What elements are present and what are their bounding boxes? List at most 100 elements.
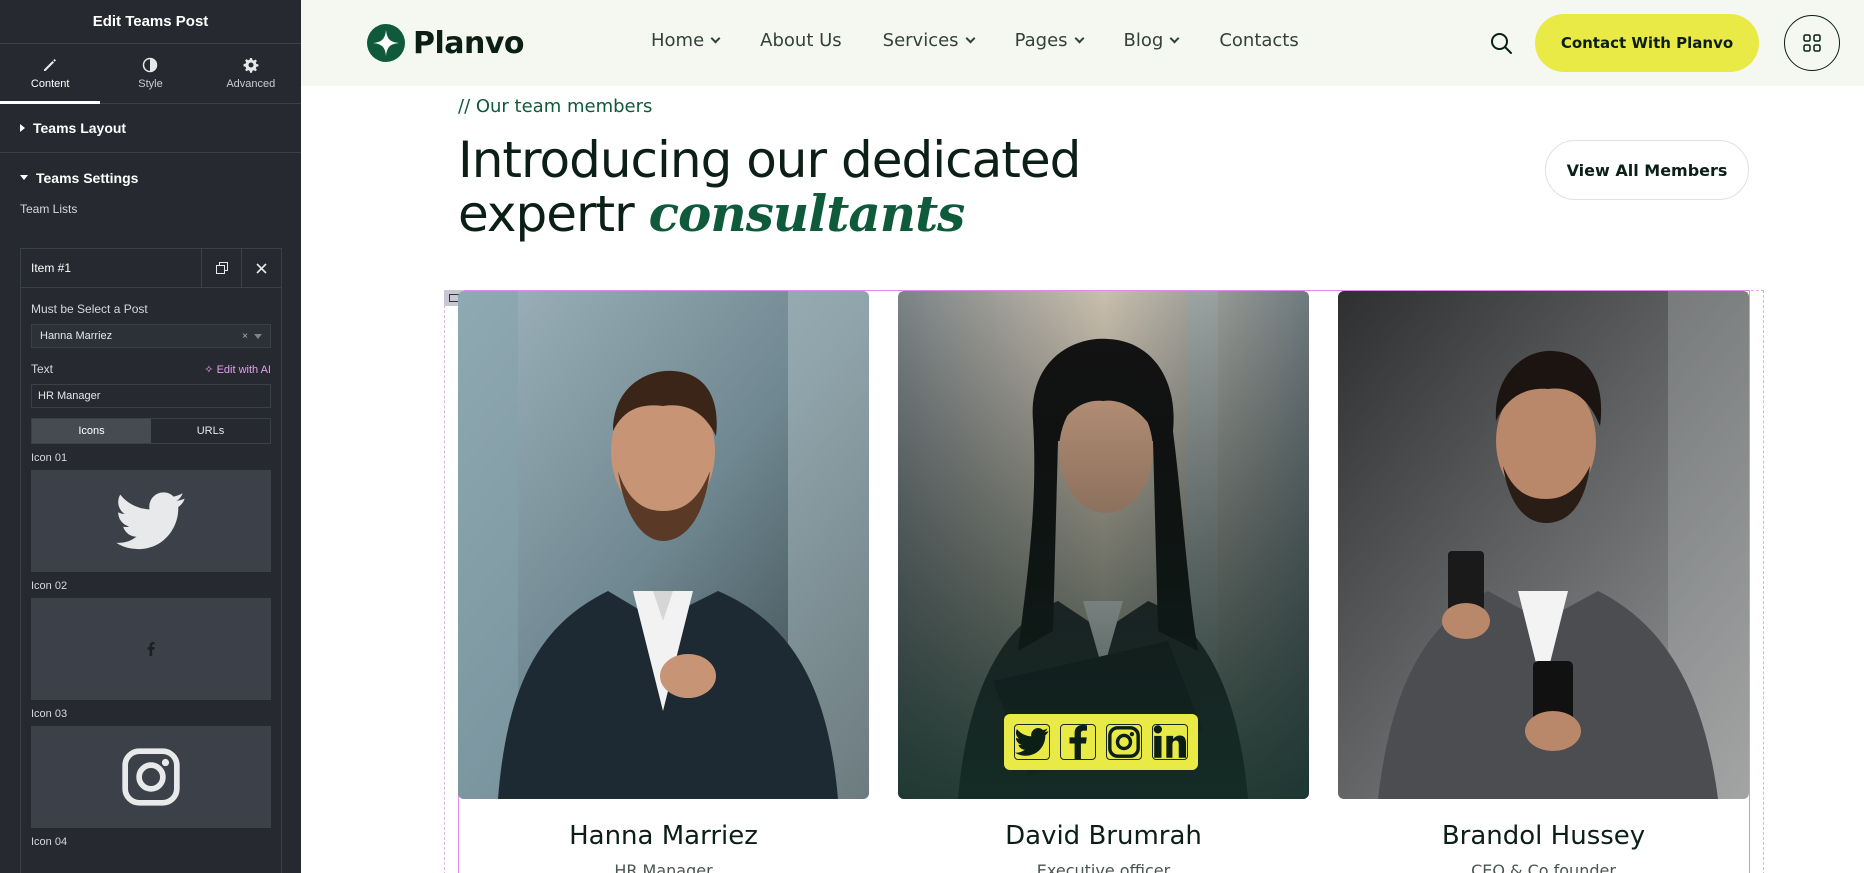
- chevron-down-icon: [710, 33, 721, 43]
- repeater-item-header[interactable]: Item #1: [21, 249, 281, 288]
- brand-name: Planvo: [413, 25, 525, 61]
- linkedin-link[interactable]: [1152, 724, 1188, 760]
- contact-button[interactable]: Contact With Planvo: [1535, 14, 1759, 72]
- member-photo: [898, 291, 1309, 799]
- linkedin-icon: [1153, 725, 1187, 758]
- nav-item-label: Services: [882, 30, 959, 51]
- member-name: Brandol Hussey: [1441, 821, 1646, 851]
- tab-style-label: Style: [138, 78, 163, 90]
- nav-item-blog[interactable]: Blog: [1123, 30, 1180, 51]
- search-icon[interactable]: [1489, 31, 1513, 55]
- icon-01-picker[interactable]: [31, 470, 271, 572]
- tab-content[interactable]: Content: [0, 44, 101, 104]
- section-teams-layout[interactable]: Teams Layout: [0, 104, 301, 153]
- text-field[interactable]: HR Manager: [31, 384, 271, 408]
- grid-menu-icon: [1803, 34, 1821, 52]
- member-role: CEO & Co founder: [1471, 861, 1616, 873]
- instagram-icon: [1108, 726, 1140, 758]
- post-select-label: Must be Select a Post: [31, 302, 148, 316]
- twitter-icon: [1015, 728, 1049, 756]
- member-name: Hanna Marriez: [569, 821, 758, 851]
- post-select-value: Hanna Marriez: [40, 330, 113, 342]
- tab-advanced[interactable]: Advanced: [201, 44, 301, 103]
- member-role: HR Manager: [614, 861, 713, 873]
- team-card[interactable]: Hanna Marriez HR Manager: [458, 291, 869, 873]
- icon-04-label: Icon 04: [31, 836, 68, 848]
- nav-item-about[interactable]: About Us: [760, 30, 842, 51]
- edit-with-ai-link[interactable]: ✧ Edit with AI: [204, 363, 271, 376]
- team-card[interactable]: David Brumrah Executive officer: [898, 291, 1309, 873]
- icons-urls-switch: Icons URLs: [31, 418, 271, 444]
- twitter-link[interactable]: [1014, 724, 1050, 760]
- remove-button[interactable]: [241, 249, 281, 287]
- brand-logo[interactable]: Planvo: [367, 24, 525, 62]
- section-heading: Introducing our dedicated expertr consul…: [458, 131, 1081, 241]
- nav-item-label: Contacts: [1219, 30, 1299, 51]
- site-preview: Planvo Home About Us Services Pages Blog…: [301, 0, 1864, 873]
- heading-accent: consultants: [648, 184, 966, 243]
- nav-item-label: Home: [651, 30, 705, 51]
- member-photo: [1338, 291, 1749, 799]
- member-role: Executive officer: [1036, 861, 1171, 873]
- segment-urls[interactable]: URLs: [151, 419, 270, 443]
- chevron-down-icon: [1169, 33, 1180, 43]
- text-field-row: Text ✧ Edit with AI: [31, 362, 271, 376]
- portrait-image: [1338, 291, 1749, 799]
- repeater-item: Item #1 Must be Select a Post Hanna Marr…: [20, 248, 282, 873]
- post-select[interactable]: Hanna Marriez ×: [31, 324, 271, 348]
- heading-line-1: Introducing our dedicated: [458, 131, 1081, 189]
- duplicate-icon: [215, 262, 228, 274]
- icon-02-picker[interactable]: [31, 598, 271, 700]
- icon-03-picker[interactable]: [31, 726, 271, 828]
- icon-01-label: Icon 01: [31, 452, 68, 464]
- nav-item-home[interactable]: Home: [651, 30, 721, 51]
- heading-line-2: expertr consultants: [458, 187, 1080, 241]
- team-card[interactable]: Brandol Hussey CEO & Co founder: [1338, 291, 1749, 873]
- twitter-icon: [116, 492, 185, 550]
- facebook-icon: [1069, 725, 1087, 759]
- instagram-icon: [122, 748, 180, 806]
- tab-advanced-label: Advanced: [226, 78, 276, 90]
- panel-tabs: Content Style Advanced: [0, 44, 301, 104]
- instagram-link[interactable]: [1106, 724, 1142, 760]
- edit-with-ai-label: Edit with AI: [216, 363, 271, 376]
- site-header: Planvo Home About Us Services Pages Blog…: [301, 0, 1864, 86]
- grid-menu-button[interactable]: [1784, 15, 1840, 71]
- icon-02-label: Icon 02: [31, 580, 68, 592]
- tab-style[interactable]: Style: [100, 44, 200, 103]
- nav-item-pages[interactable]: Pages: [1014, 30, 1084, 51]
- social-links: [1004, 714, 1198, 770]
- section-eyebrow: // Our team members: [458, 96, 653, 117]
- nav-item-label: Pages: [1014, 30, 1068, 51]
- section-teams-layout-label: Teams Layout: [33, 120, 127, 136]
- chevron-down-icon: [1074, 33, 1084, 43]
- chevron-down-icon: [965, 33, 976, 43]
- nav-item-services[interactable]: Services: [882, 30, 976, 51]
- team-lists-label: Team Lists: [20, 202, 78, 216]
- section-teams-settings-label: Teams Settings: [36, 169, 139, 186]
- repeater-item-title: Item #1: [31, 261, 72, 275]
- caret-down-icon: [20, 175, 28, 180]
- gear-icon: [243, 58, 259, 73]
- nav-item-label: Blog: [1123, 30, 1164, 51]
- portrait-image: [458, 291, 869, 799]
- close-icon: [256, 262, 267, 274]
- member-name: David Brumrah: [1005, 821, 1202, 851]
- editor-panel: Edit Teams Post Content Style Advanced T…: [0, 0, 301, 873]
- pencil-icon: [44, 59, 57, 71]
- icon-03-label: Icon 03: [31, 708, 68, 720]
- section-teams-settings[interactable]: Teams Settings: [0, 153, 301, 202]
- panel-title: Edit Teams Post: [0, 0, 301, 44]
- facebook-icon: [147, 642, 155, 656]
- text-field-label: Text: [31, 362, 54, 376]
- facebook-link[interactable]: [1060, 724, 1096, 760]
- logo-star-icon: [367, 24, 405, 62]
- segment-icons[interactable]: Icons: [32, 419, 151, 443]
- nav-item-contacts[interactable]: Contacts: [1219, 30, 1298, 51]
- view-all-members-button[interactable]: View All Members: [1545, 140, 1749, 200]
- member-photo: [458, 291, 869, 799]
- nav-item-label: About Us: [760, 30, 842, 51]
- duplicate-button[interactable]: [201, 249, 241, 287]
- clear-selection-icon[interactable]: ×: [242, 331, 248, 342]
- tab-content-label: Content: [30, 78, 70, 90]
